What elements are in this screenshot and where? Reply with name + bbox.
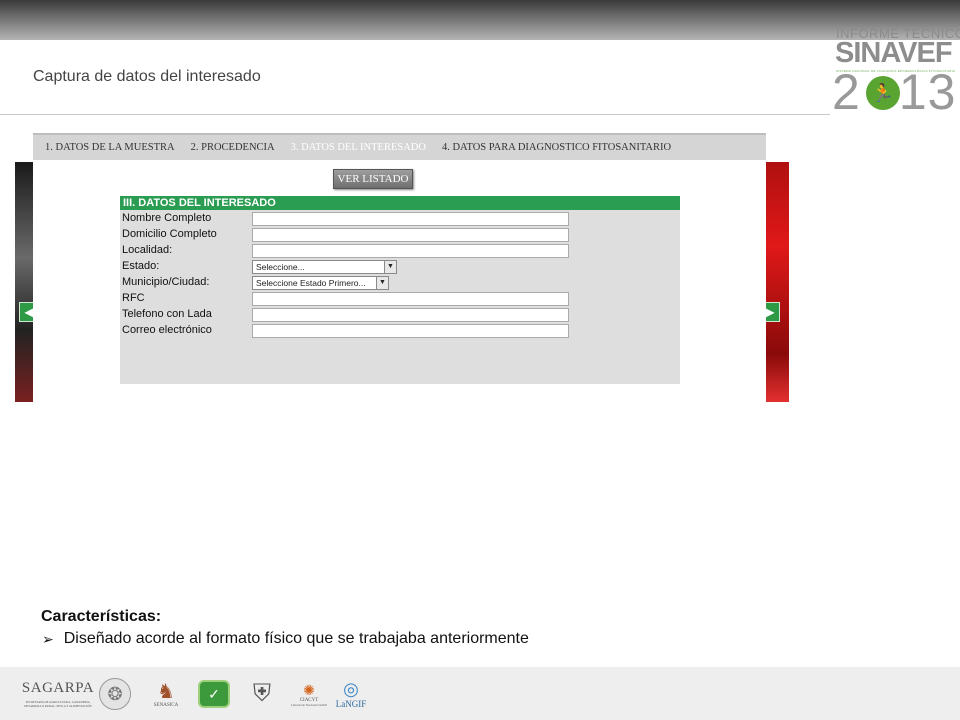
brand-year-right: 13: [898, 64, 957, 120]
slide: { "slide": { "title": "Captura de datos …: [0, 0, 960, 720]
brand-year-left: 2: [832, 64, 861, 120]
state-select-value: Seleccione...: [256, 262, 305, 272]
form-row: RFC: [120, 292, 680, 307]
list-item: ➢ Diseñado acorde al formato físico que …: [41, 628, 529, 650]
address-input[interactable]: [252, 228, 569, 242]
step-tabs: 1. DATOS DE LA MUESTRA 2. PROCEDENCIA 3.…: [33, 133, 766, 160]
form-row: Localidad:: [120, 244, 680, 259]
background-photo-left: [15, 162, 35, 402]
form-row: Estado: Seleccione... ▼: [120, 260, 680, 275]
interested-party-form: III. DATOS DEL INTERESADO Nombre Complet…: [120, 196, 680, 384]
phone-label: Telefono con Lada: [122, 308, 212, 320]
form-row: Nombre Completo: [120, 212, 680, 227]
form-row: Domicilio Completo: [120, 228, 680, 243]
senasica-emblem-icon: ♞: [157, 680, 175, 703]
chevron-down-icon[interactable]: ▼: [376, 277, 388, 289]
sinavef-app-logo: ✓: [196, 673, 232, 715]
address-label: Domicilio Completo: [122, 228, 217, 240]
arrow-bullet-icon: ➢: [42, 631, 54, 647]
features-heading: Características:: [41, 608, 162, 625]
email-label: Correo electrónico: [122, 324, 212, 336]
email-input[interactable]: [252, 324, 569, 338]
langif-logo: ◎ LaNGIF: [335, 679, 367, 709]
footer-logos: SAGARPA SECRETARÍA DE AGRICULTURA, GANAD…: [0, 667, 960, 720]
form-heading: III. DATOS DEL INTERESADO: [120, 196, 680, 210]
ciacyt-emblem-icon: ✺: [303, 681, 315, 698]
slide-title: Captura de datos del interesado: [33, 68, 261, 85]
chevron-down-icon[interactable]: ▼: [384, 261, 396, 273]
feature-text: Diseñado acorde al formato físico que se…: [63, 630, 529, 647]
ciacyt-logo: ✺ CIACYT Laboratorio Nacional UASLP: [291, 681, 327, 707]
locality-input[interactable]: [252, 244, 569, 258]
form-row: Correo electrónico: [120, 324, 680, 339]
sinavef-brand-logo: INFORME TECNICO SINAVEF SISTEMA NACIONAL…: [832, 24, 960, 120]
background-photo-right: [766, 162, 789, 402]
tab-diagnostico[interactable]: 4. DATOS PARA DIAGNOSTICO FITOSANITARIO: [442, 142, 671, 153]
state-select[interactable]: Seleccione... ▼: [252, 260, 397, 274]
rfc-label: RFC: [122, 292, 145, 304]
senasica-logo: ♞ SENASICA: [153, 680, 179, 708]
phone-input[interactable]: [252, 308, 569, 322]
app-logo-icon: ✓: [198, 680, 230, 708]
state-label: Estado:: [122, 260, 160, 272]
tab-procedencia[interactable]: 2. PROCEDENCIA: [191, 142, 275, 153]
form-row: Municipio/Ciudad: Seleccione Estado Prim…: [120, 276, 680, 291]
tab-datos-interesado[interactable]: 3. DATOS DEL INTERESADO: [291, 142, 426, 153]
top-banner: [0, 0, 960, 40]
municipality-select[interactable]: Seleccione Estado Primero... ▼: [252, 276, 389, 290]
view-list-button[interactable]: VER LISTADO: [333, 169, 413, 189]
langif-globe-icon: ◎: [343, 679, 359, 699]
municipality-label: Municipio/Ciudad:: [122, 276, 210, 288]
form-row: Telefono con Lada: [120, 308, 680, 323]
municipality-select-value: Seleccione Estado Primero...: [256, 278, 366, 288]
name-label: Nombre Completo: [122, 212, 212, 224]
title-divider: [0, 114, 830, 115]
runner-icon: 🏃: [866, 76, 900, 110]
tab-datos-muestra[interactable]: 1. DATOS DE LA MUESTRA: [45, 142, 175, 153]
locality-label: Localidad:: [122, 244, 173, 256]
mexico-seal-icon: ❂: [97, 673, 133, 715]
uaslp-shield-icon: ⛨: [253, 680, 271, 707]
rfc-input[interactable]: [252, 292, 569, 306]
full-name-input[interactable]: [252, 212, 569, 226]
app-window: 1. DATOS DE LA MUESTRA 2. PROCEDENCIA 3.…: [33, 133, 766, 402]
sagarpa-logo: SAGARPA SECRETARÍA DE AGRICULTURA, GANAD…: [21, 680, 95, 708]
features-section: Características: ➢ Diseñado acorde al fo…: [41, 606, 529, 650]
